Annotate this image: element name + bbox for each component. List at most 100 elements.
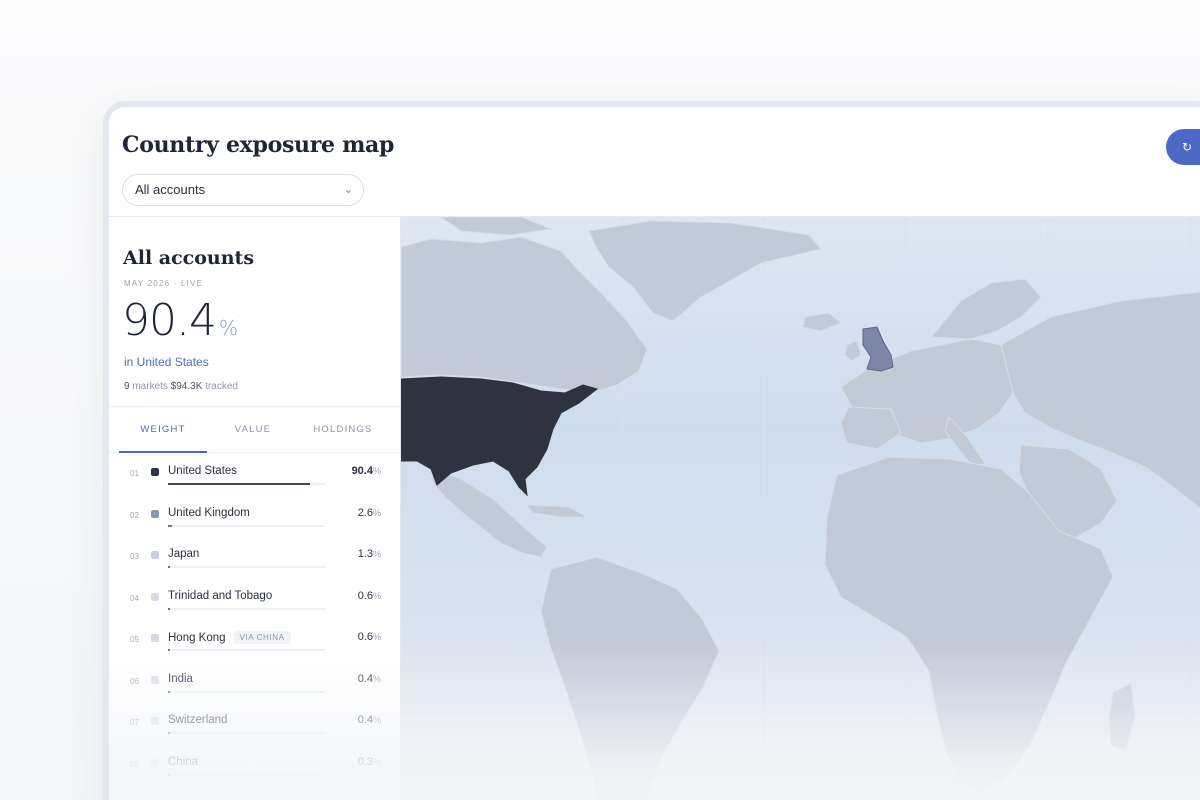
iberia-shape [840, 406, 902, 450]
row-weight-fill [168, 483, 310, 485]
row-weight-bar [168, 732, 325, 734]
country-row[interactable]: 07 Switzerland 0.4% [109, 702, 401, 743]
row-country-name: United Kingdom [168, 507, 250, 519]
row-value-number: 2.6 [357, 506, 373, 519]
row-rank: 05 [130, 635, 139, 644]
row-country-label: Hong Kong [168, 632, 226, 644]
markets-label: markets [132, 381, 168, 392]
tracked-label: tracked [205, 381, 238, 392]
row-country-name: Hong Kong VIA CHINA [168, 631, 291, 644]
country-row[interactable]: 08 China 0.3% [109, 744, 401, 785]
row-value-number: 0.4 [357, 672, 373, 685]
row-value: 1.3% [358, 548, 381, 560]
row-weight-bar [168, 649, 325, 651]
row-weight-fill [168, 732, 170, 734]
tab-value[interactable]: VALUE [209, 407, 297, 453]
row-country-label: United Kingdom [168, 506, 250, 519]
row-rank: 02 [130, 510, 139, 520]
markets-count: 9 [124, 381, 130, 392]
row-swatch [151, 634, 159, 642]
account-select-value: All accounts [135, 182, 206, 197]
cuba-shape [525, 504, 589, 518]
row-weight-bar [168, 566, 325, 568]
summary-stats: 9 markets $94.3K tracked [124, 381, 238, 392]
row-weight-bar [168, 483, 325, 485]
row-value-number: 0.6 [357, 631, 373, 643]
row-value: 0.3% [358, 756, 381, 768]
metric-tabs: WEIGHT VALUE HOLDINGS [109, 406, 401, 453]
country-row[interactable]: 01 United States 90.4% [109, 453, 401, 494]
row-swatch [151, 592, 159, 601]
row-country-name: Switzerland [168, 714, 227, 726]
row-country-label: India [168, 672, 193, 685]
row-swatch [151, 551, 159, 559]
row-rank: 01 [130, 469, 139, 478]
panel-title: All accounts [123, 247, 255, 269]
greenland-shape [588, 220, 822, 322]
row-value-number: 0.6 [357, 589, 373, 602]
row-value-unit: % [372, 507, 381, 518]
row-country-name: United States [168, 465, 237, 477]
summary-panel: All accounts MAY 2026 · LIVE 90.4% in Un… [109, 217, 401, 800]
row-country-name: Trinidad and Tobago [168, 590, 272, 602]
tab-holdings[interactable]: HOLDINGS [299, 407, 387, 453]
row-value-unit: % [372, 756, 381, 767]
row-country-label: China [168, 755, 199, 768]
headline-unit: % [218, 316, 238, 340]
row-rank: 03 [130, 552, 139, 561]
row-weight-fill [168, 773, 170, 776]
row-country-name: Japan [168, 548, 199, 560]
row-value-number: 1.3 [357, 548, 373, 560]
row-rank: 04 [130, 593, 139, 603]
country-row[interactable]: 02 United Kingdom 2.6% [109, 495, 401, 536]
madagascar-shape [1108, 682, 1136, 752]
row-country-label: United States [168, 465, 238, 477]
row-value-unit: % [372, 549, 381, 559]
row-swatch [151, 468, 159, 476]
row-value: 0.6% [358, 631, 381, 643]
app-window: Country exposure map All accounts ⌄ ↻ Al… [109, 107, 1200, 800]
headline-value: 90.4% [122, 295, 238, 346]
row-swatch [151, 675, 159, 684]
account-select[interactable]: All accounts ⌄ [122, 174, 364, 206]
row-value: 0.4% [358, 714, 381, 726]
row-weight-bar [168, 607, 325, 610]
country-row[interactable]: 04 Trinidad and Tobago 0.6% [109, 578, 401, 619]
row-weight-fill [168, 607, 170, 610]
country-row[interactable]: 05 Hong Kong VIA CHINA 0.6% [109, 619, 401, 660]
chevron-down-icon: ⌄ [343, 184, 353, 196]
header: Country exposure map All accounts ⌄ ↻ [109, 107, 1200, 217]
row-tag: VIA CHINA [233, 631, 291, 644]
row-country-label: Switzerland [168, 714, 228, 726]
row-swatch [151, 509, 159, 518]
tracked-value: $94.3K [170, 381, 203, 392]
row-country-label: Trinidad and Tobago [168, 589, 273, 602]
country-row[interactable]: 06 India 0.4% [109, 661, 401, 702]
tab-weight[interactable]: WEIGHT [119, 407, 207, 453]
row-weight-bar [168, 690, 325, 693]
headline-number: 90.4 [122, 295, 217, 346]
row-swatch [151, 758, 159, 767]
row-weight-fill [168, 566, 170, 568]
refresh-button[interactable]: ↻ [1166, 129, 1200, 165]
arctic-islands-shape [440, 217, 553, 236]
united-states-shape [401, 376, 599, 497]
row-value-unit: % [372, 673, 381, 684]
row-value: 90.4% [352, 465, 381, 477]
row-value: 0.4% [358, 673, 381, 685]
world-map[interactable] [401, 217, 1200, 800]
row-swatch [151, 717, 159, 725]
row-value-unit: % [372, 715, 381, 725]
country-row[interactable]: 03 Japan 1.3% [109, 536, 401, 577]
row-value-unit: % [372, 590, 381, 601]
row-value-unit: % [372, 466, 381, 476]
row-weight-fill [168, 524, 172, 527]
mexico-shape [430, 468, 548, 558]
iceland-shape [802, 312, 842, 332]
refresh-icon: ↻ [1182, 140, 1193, 154]
scandinavia-shape [929, 278, 1042, 340]
row-rank: 06 [130, 676, 139, 686]
world-map-svg [401, 217, 1200, 800]
page-title: Country exposure map [122, 132, 395, 158]
row-country-name: India [168, 673, 193, 685]
